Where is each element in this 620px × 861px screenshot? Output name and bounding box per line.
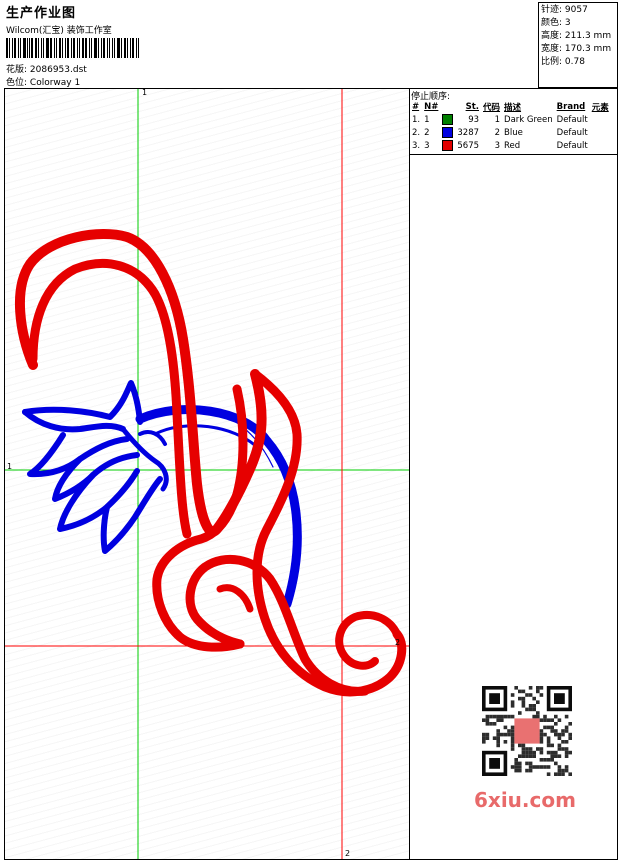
table-divider [410, 154, 618, 155]
company-name: Wilcom(汇宝) 装饰工作室 [6, 26, 112, 36]
design-row: 花版: 2086953.dst [6, 62, 87, 75]
col-element: 元素 [591, 102, 609, 113]
page-title: 生产作业图 [6, 6, 77, 21]
stat-height: 高度: 211.3 mm [541, 31, 612, 41]
col-brand: Brand [556, 101, 586, 112]
embroidery-design: 1 1 2 2 [5, 89, 409, 859]
colorway-label: 色位: [6, 78, 28, 88]
watermark-text: 6xiu.com [474, 788, 576, 812]
col-needle: N# [424, 101, 439, 112]
stat-width: 宽度: 170.3 mm [541, 44, 612, 54]
color-swatch [442, 127, 454, 138]
table-row[interactable]: 3. 3 5675 3 Red Default [410, 139, 611, 152]
stop-table-header: # N# St. 代码 描述 Brand 元素 [410, 100, 611, 113]
colorway-value: Colorway 1 [29, 78, 81, 88]
colorway-row: 色位: Colorway 1 [6, 75, 80, 88]
stat-stitches: 针迹: 9057 [541, 5, 588, 15]
col-description: 描述 [504, 102, 522, 113]
table-row[interactable]: 1. 1 93 1 Dark Green Default [410, 113, 611, 126]
stat-scale: 比例: 0.78 [541, 57, 585, 67]
red-horizontal-label: 2 [395, 638, 400, 647]
color-swatch [442, 114, 454, 125]
red-vertical-label: 2 [345, 849, 350, 858]
stats-list: 针迹: 9057 颜色: 3 高度: 211.3 mm 宽度: 170.3 mm… [541, 4, 611, 69]
barcode [6, 38, 141, 58]
stat-colors: 颜色: 3 [541, 18, 571, 28]
col-code: 代码 [483, 102, 501, 113]
green-vertical-label: 1 [142, 89, 147, 97]
col-stitches: St. [465, 101, 480, 112]
col-index: # [412, 101, 420, 112]
stop-sequence-table: # N# St. 代码 描述 Brand 元素 1. 1 93 1 Dark G… [410, 100, 611, 152]
qr-code-icon [470, 680, 584, 780]
green-horizontal-label: 1 [7, 462, 12, 471]
design-file: 2086953.dst [29, 65, 87, 75]
col-color [440, 100, 455, 113]
table-row[interactable]: 2. 2 3287 2 Blue Default [410, 126, 611, 139]
color-swatch [442, 140, 454, 151]
design-label: 花版: [6, 65, 28, 75]
